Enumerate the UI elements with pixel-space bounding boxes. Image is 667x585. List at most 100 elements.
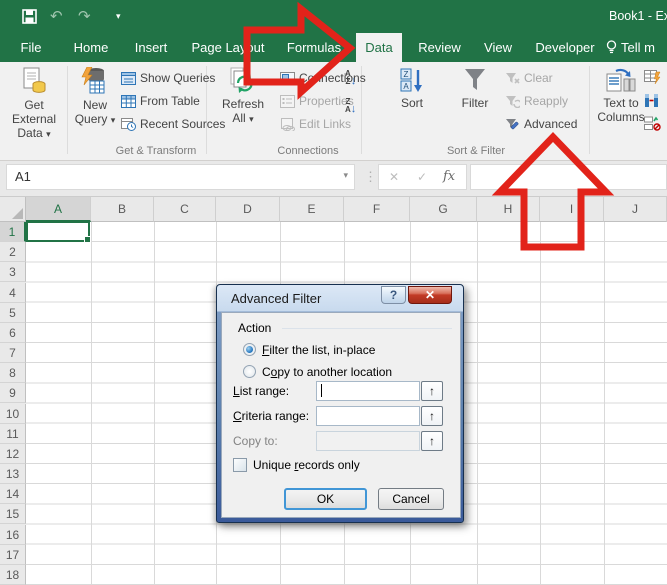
remove-duplicates-button[interactable] — [644, 93, 661, 111]
clear-filter-button[interactable]: Clear — [505, 70, 553, 87]
radio-filter-in-place-label[interactable]: Filter the list, in-place — [262, 343, 375, 357]
copy-to-collapse-button[interactable]: ↑ — [421, 431, 443, 451]
redo-icon[interactable]: ↷ — [78, 0, 91, 33]
tab-insert[interactable]: Insert — [127, 33, 175, 62]
selected-cell-a1[interactable] — [26, 221, 90, 242]
dialog-close-button[interactable]: ✕ — [408, 286, 452, 304]
tab-data[interactable]: Data — [356, 33, 402, 62]
show-queries-button[interactable]: Show Queries — [121, 70, 215, 87]
fill-handle[interactable] — [84, 236, 91, 243]
row-header-6[interactable]: 6 — [0, 323, 26, 343]
row-header-11[interactable]: 11 — [0, 424, 26, 444]
tab-formulas[interactable]: Formulas — [280, 33, 348, 62]
column-header-I[interactable]: I — [540, 197, 604, 222]
radio-filter-in-place[interactable] — [243, 343, 256, 356]
tab-developer[interactable]: Developer — [528, 33, 602, 62]
row-header-2[interactable]: 2 — [0, 242, 26, 262]
insert-function-icon[interactable]: fx — [443, 169, 455, 184]
from-table-button[interactable]: From Table — [121, 93, 200, 110]
row-header-7[interactable]: 7 — [0, 343, 26, 363]
refresh-all-label: Refresh All — [222, 97, 264, 125]
column-header-F[interactable]: F — [344, 197, 410, 222]
text-to-columns-button[interactable]: Text to Columns — [594, 65, 648, 143]
column-header-C[interactable]: C — [154, 197, 216, 222]
reapply-filter-button[interactable]: Reapply — [505, 93, 568, 110]
corner-triangle-icon — [12, 208, 23, 219]
row-header-5[interactable]: 5 — [0, 303, 26, 323]
row-header-3[interactable]: 3 — [0, 262, 26, 282]
dropdown-icon: ▾ — [249, 114, 254, 124]
refresh-all-button[interactable]: Refresh All ▾ — [214, 65, 272, 143]
radio-copy-to-location[interactable] — [243, 365, 256, 378]
excel-window: ↶ ↷ ▾ Book1 - Exc File Home Insert Page … — [0, 0, 667, 585]
select-all-corner[interactable] — [0, 197, 26, 222]
unique-records-checkbox[interactable] — [233, 458, 247, 472]
row-header-13[interactable]: 13 — [0, 464, 26, 484]
row-header-17[interactable]: 17 — [0, 545, 26, 565]
data-validation-button[interactable] — [644, 116, 661, 134]
tab-review[interactable]: Review — [412, 33, 467, 62]
tell-me-label: Tell m — [621, 40, 655, 55]
criteria-range-collapse-button[interactable]: ↑ — [421, 406, 443, 426]
dialog-title: Advanced Filter — [231, 291, 321, 306]
edit-links-button[interactable]: Edit Links — [280, 116, 351, 133]
tab-home[interactable]: Home — [65, 33, 117, 62]
list-range-collapse-button[interactable]: ↑ — [421, 381, 443, 401]
column-header-E[interactable]: E — [280, 197, 344, 222]
row-header-15[interactable]: 15 — [0, 504, 26, 524]
row-header-4[interactable]: 4 — [0, 283, 26, 303]
row-header-9[interactable]: 9 — [0, 383, 26, 403]
radio-copy-to-location-label[interactable]: Copy to another location — [262, 365, 392, 379]
advanced-filter-button[interactable]: Advanced — [505, 116, 577, 133]
cancel-entry-icon[interactable]: ✕ — [389, 170, 399, 184]
advanced-filter-dialog: Advanced Filter ? ✕ Action Filter the li… — [216, 284, 464, 523]
sort-ascending-button[interactable]: AZ↓ — [345, 70, 356, 87]
edit-links-label: Edit Links — [299, 117, 351, 131]
sort-descending-icon: ↓ — [351, 103, 357, 115]
list-range-input[interactable] — [316, 381, 420, 401]
filter-button[interactable]: Filter — [452, 65, 498, 143]
column-header-G[interactable]: G — [410, 197, 477, 222]
row-header-18[interactable]: 18 — [0, 565, 26, 585]
column-header-B[interactable]: B — [91, 197, 154, 222]
cancel-button[interactable]: Cancel — [378, 488, 444, 510]
list-range-label: List range: — [233, 384, 289, 398]
criteria-range-label: Criteria range: — [233, 409, 309, 423]
column-header-D[interactable]: D — [216, 197, 280, 222]
formula-input[interactable] — [470, 164, 667, 190]
row-header-14[interactable]: 14 — [0, 484, 26, 504]
row-header-10[interactable]: 10 — [0, 404, 26, 424]
ok-button[interactable]: OK — [284, 488, 367, 510]
properties-button[interactable]: Properties — [280, 93, 354, 110]
dialog-help-button[interactable]: ? — [381, 286, 406, 304]
criteria-range-input[interactable] — [316, 406, 420, 426]
undo-icon[interactable]: ↶ — [50, 0, 63, 33]
dropdown-icon: ▾ — [111, 115, 116, 125]
enter-entry-icon[interactable]: ✓ — [417, 170, 427, 184]
flash-fill-button[interactable] — [644, 70, 661, 88]
qat-customize-icon[interactable]: ▾ — [116, 0, 121, 33]
save-icon[interactable] — [22, 0, 37, 36]
recent-sources-button[interactable]: Recent Sources — [121, 116, 225, 133]
column-header-J[interactable]: J — [604, 197, 667, 222]
name-box-dropdown-icon[interactable]: ▾ — [343, 170, 348, 181]
tab-tell-me[interactable]: Tell m — [606, 33, 667, 62]
get-external-data-button[interactable]: Get External Data ▾ — [4, 65, 64, 143]
sort-button[interactable]: Z A Sort — [386, 65, 438, 143]
unique-records-label[interactable]: Unique records only — [253, 458, 360, 472]
group-separator — [589, 66, 590, 154]
column-header-H[interactable]: H — [477, 197, 540, 222]
row-header-16[interactable]: 16 — [0, 525, 26, 545]
name-box[interactable]: A1 ▾ — [6, 164, 355, 190]
column-header-A[interactable]: A — [26, 197, 91, 222]
row-header-12[interactable]: 12 — [0, 444, 26, 464]
filter-icon — [463, 67, 487, 93]
row-header-1[interactable]: 1 — [0, 222, 26, 242]
sort-descending-button[interactable]: ZA↓ — [345, 98, 356, 115]
tab-file[interactable]: File — [12, 33, 50, 62]
new-query-button[interactable]: New Query ▾ — [72, 65, 118, 143]
tab-view[interactable]: View — [477, 33, 519, 62]
row-header-8[interactable]: 8 — [0, 363, 26, 383]
tab-page-layout[interactable]: Page Layout — [185, 33, 271, 62]
properties-icon — [280, 95, 295, 108]
